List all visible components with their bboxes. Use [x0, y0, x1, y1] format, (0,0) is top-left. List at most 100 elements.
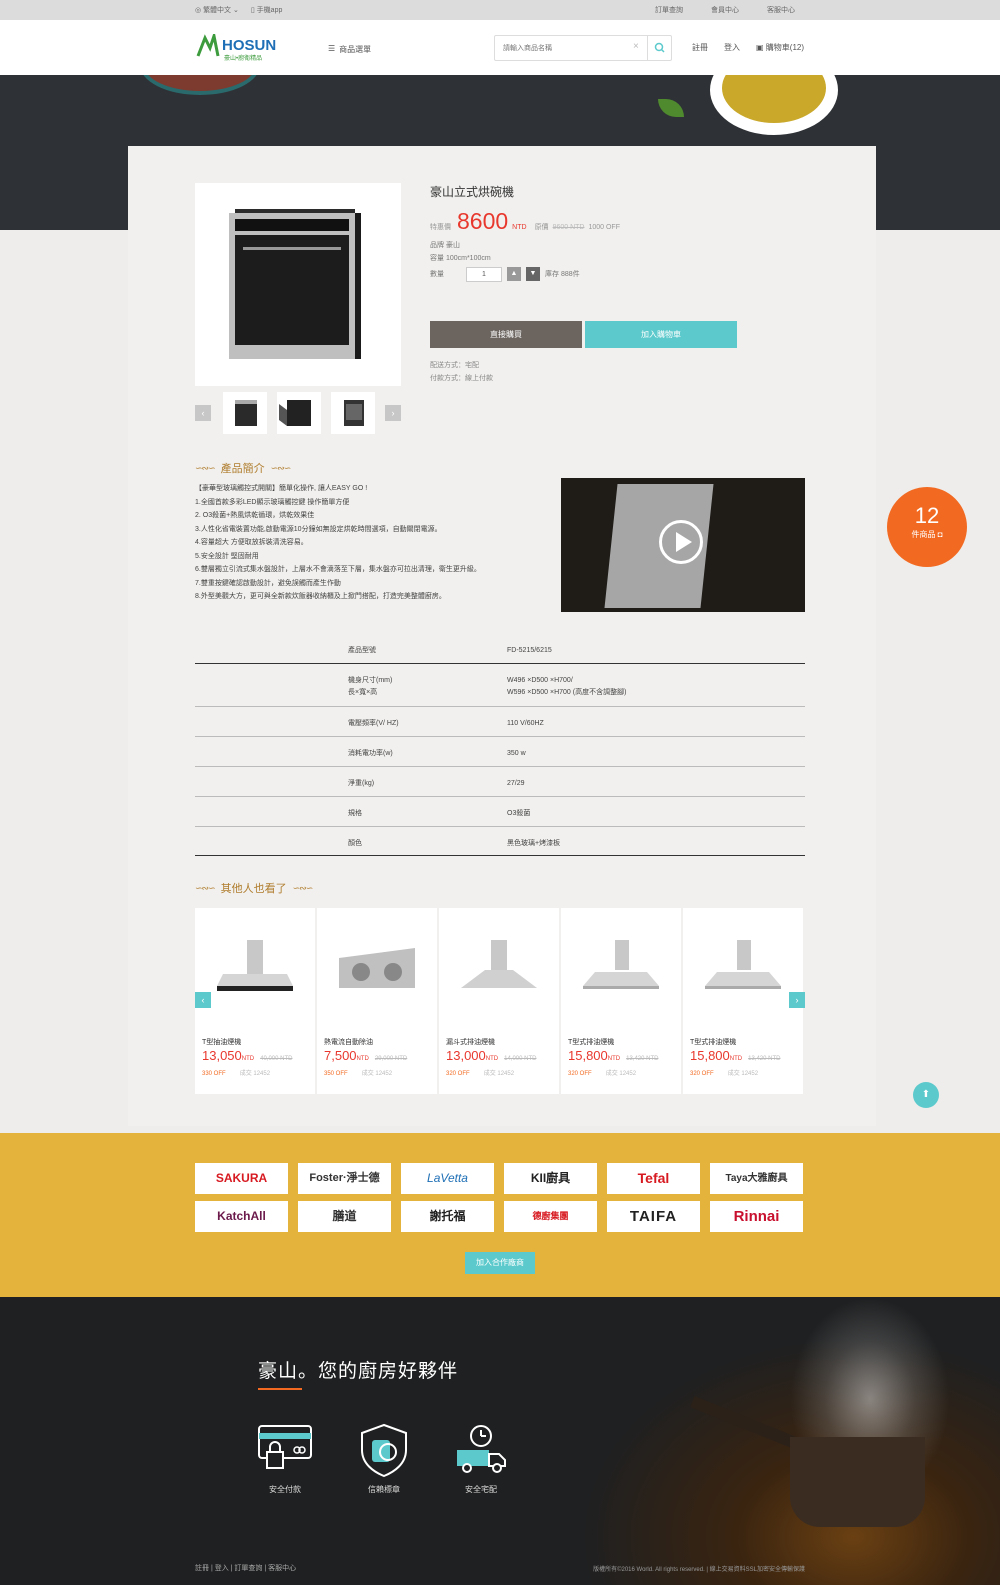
range-hood-image — [339, 948, 415, 988]
ornament-icon: ∽∾∽ — [195, 462, 216, 473]
svg-text:HOSUN: HOSUN — [222, 37, 276, 54]
ornament-icon: ∽∾∽ — [195, 882, 216, 893]
footer-slogan: 豪山。您的廚房好夥伴 — [258, 1361, 459, 1382]
ornament-icon: ∽◦∽◦∽ — [904, 550, 950, 566]
brand-logo-lavetta[interactable]: LaVetta — [401, 1163, 494, 1194]
svg-text:豪山•廚衛精品: 豪山•廚衛精品 — [224, 54, 262, 62]
credit-card-lock-icon — [258, 1425, 312, 1469]
stock-count: 庫存 888件 — [545, 271, 580, 278]
brand-logo-tefal[interactable]: Tefal — [607, 1163, 700, 1194]
table-row: 產品型號 FD-5215/6215 — [195, 634, 805, 664]
hosun-logo[interactable]: HOSUN 豪山•廚衛精品 — [196, 30, 284, 62]
plate-image — [140, 75, 260, 95]
range-hood-image — [705, 940, 781, 989]
carousel-next-arrow[interactable]: › — [789, 992, 805, 1008]
brand-logo-kii[interactable]: KII廚具 — [504, 1163, 597, 1194]
add-to-cart-button[interactable]: 加入購物車 — [585, 321, 737, 348]
login-link[interactable]: 登入 — [724, 42, 740, 53]
feature-secure-payment: 安全付款 — [250, 1422, 320, 1495]
special-price: 8600 — [457, 208, 509, 234]
intro-heading: ∽∾∽ 產品簡介 ∽∾∽ — [195, 462, 292, 476]
product-title: 豪山立式烘碗機 — [430, 185, 515, 199]
buy-now-button[interactable]: 直接購買 — [430, 321, 582, 348]
language-selector[interactable]: ◎ 繁體中文 ⌄ — [195, 5, 239, 15]
discount-amount: 1000 OFF — [588, 224, 620, 231]
join-partner-button[interactable]: 加入合作廠商 — [465, 1252, 535, 1274]
related-products: T型抽油煙機 13,050NTD 40,000 NTD 330 OFF 成交 124… — [195, 908, 805, 1094]
spec-table: 產品型號 FD-5215/6215 機身尺寸(mm) 長×寬×高 W496 ×D… — [195, 634, 805, 856]
search-input[interactable] — [503, 41, 623, 55]
product-card[interactable]: T型式排油煙機 15,800NTD 13,420 NTD 320 OFF 成交 12… — [683, 908, 803, 1094]
quantity-decrease-button[interactable]: ▼ — [526, 267, 540, 281]
thumbnail-2[interactable] — [277, 392, 321, 434]
price-row: 特惠價 8600 NTD 原價 9600 NTD 1000 OFF — [430, 208, 620, 234]
brand-logo-katchall[interactable]: KatchAll — [195, 1201, 288, 1232]
mobile-app-link[interactable]: ▯ 手機app — [251, 5, 282, 15]
delivery-truck-icon — [457, 1425, 506, 1473]
table-row: 消耗電功率(w) 350 w — [195, 736, 805, 766]
footer-links[interactable]: 註冊 | 登入 | 訂單查詢 | 客服中心 — [195, 1563, 296, 1573]
product-main-image[interactable] — [195, 183, 401, 386]
register-link[interactable]: 註冊 — [692, 42, 708, 53]
header: HOSUN 豪山•廚衛精品 ☰ 商品選單 × 註冊 登入 ▣ 購物車(12) — [0, 20, 1000, 75]
carousel-prev-arrow[interactable]: ‹ — [195, 992, 211, 1008]
brand-logo-sakura[interactable]: SAKURA — [195, 1163, 288, 1194]
feature-trust-badge: 信賴標章 — [349, 1422, 419, 1495]
thumb-next-arrow[interactable]: › — [385, 405, 401, 421]
table-row: 電壓頻率(V/ HZ) 110 V/60HZ — [195, 706, 805, 736]
range-hood-image — [217, 940, 293, 991]
table-row: 規格 O3殺菌 — [195, 796, 805, 826]
cooking-pot-image — [790, 1437, 925, 1527]
menu-icon: ☰ — [328, 44, 336, 53]
quantity-input[interactable]: 1 — [466, 266, 502, 282]
table-row: 淨重(kg) 27/29 — [195, 766, 805, 796]
member-center-link[interactable]: 會員中心 — [711, 5, 739, 15]
clear-icon[interactable]: × — [633, 41, 639, 52]
intro-text: 【豪華型玻璃觸控式開關】簡單化操作, 讓人EASY GO ! 1.全國首款多彩L… — [195, 485, 481, 600]
product-card[interactable]: 熱電流自動除油 7,500NTD 29,000 NTD 350 OFF 成交 124… — [317, 908, 437, 1094]
quantity-increase-button[interactable]: ▲ — [507, 267, 521, 281]
thumbnail-strip: ‹ › — [195, 392, 401, 434]
brand-logo-shandao[interactable]: 膳道 — [298, 1201, 391, 1232]
basil-leaf-image — [658, 99, 684, 117]
shield-icon — [361, 1423, 407, 1478]
product-card[interactable]: 漏斗式排油煙機 13,000NTD 14,000 NTD 320 OFF 成交 12… — [439, 908, 559, 1094]
bag-icon: ◘ — [937, 530, 943, 539]
order-query-link[interactable]: 訂單查詢 — [655, 5, 683, 15]
table-row: 顏色 黑色玻璃+烤漆板 — [195, 826, 805, 856]
thumbnail-1[interactable] — [223, 392, 267, 434]
customer-service-link[interactable]: 客服中心 — [767, 5, 795, 15]
brand-logo-foster[interactable]: Foster·淨士德 — [298, 1163, 391, 1194]
product-menu-button[interactable]: ☰ 商品選單 — [328, 44, 371, 55]
search-icon — [654, 42, 665, 53]
range-hood-image — [583, 940, 659, 989]
play-icon[interactable] — [659, 520, 703, 564]
search-box: × — [494, 35, 672, 61]
product-meta: 品牌 豪山 容量 100cm*100cm — [430, 242, 491, 262]
search-button[interactable] — [647, 36, 671, 60]
others-heading: ∽∾∽ 其他人也看了 ∽∾∽ — [195, 882, 314, 896]
ornament-icon: ∽∾∽ — [270, 462, 292, 473]
original-price: 9600 NTD — [552, 224, 585, 231]
product-card[interactable]: T型抽油煙機 13,050NTD 40,000 NTD 330 OFF 成交 124… — [195, 908, 315, 1094]
brand-logo-taya[interactable]: Taya大雅廚具 — [710, 1163, 803, 1194]
back-to-top-button[interactable]: ⬆ — [913, 1082, 939, 1108]
brand-logo-cheftopf[interactable]: 謝托福 — [401, 1201, 494, 1232]
table-row: 機身尺寸(mm) 長×寬×高 W496 ×D500 ×H700/ W596 ×D… — [348, 677, 627, 696]
brand-logo-dechu[interactable]: 德廚集團 — [504, 1201, 597, 1232]
cart-icon: ▣ — [756, 43, 764, 52]
oil-bowl-image — [710, 75, 838, 135]
thumbnail-3[interactable] — [331, 392, 375, 434]
feature-safe-delivery: 安全宅配 — [446, 1422, 516, 1495]
quantity-row: 數量 1 ▲ ▼ 庫存 888件 — [430, 266, 580, 282]
brand-logo-rinnai[interactable]: Rinnai — [710, 1201, 803, 1232]
product-video[interactable] — [561, 478, 805, 612]
shipping-info: 配送方式：宅配 付款方式：線上付款 — [430, 362, 493, 382]
thumb-prev-arrow[interactable]: ‹ — [195, 405, 211, 421]
range-hood-image — [461, 940, 537, 988]
top-bar: ◎ 繁體中文 ⌄ ▯ 手機app 訂單查詢 會員中心 客服中心 — [0, 0, 1000, 20]
product-card[interactable]: T型式排油煙機 15,800NTD 13,420 NTD 320 OFF 成交 12… — [561, 908, 681, 1094]
cart-link[interactable]: ▣ 購物車(12) — [756, 42, 804, 53]
ornament-icon: ∽∾∽ — [292, 882, 314, 893]
brand-logo-taifa[interactable]: TAIFA — [607, 1201, 700, 1232]
